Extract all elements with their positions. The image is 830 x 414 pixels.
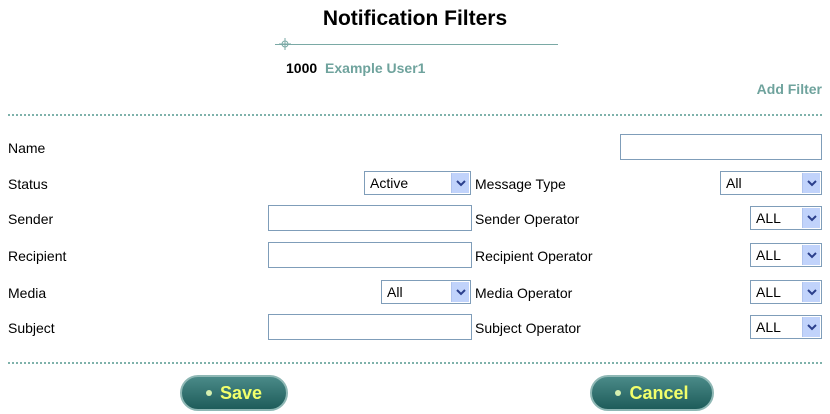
name-input[interactable] [620, 134, 822, 160]
recipient-operator-select[interactable]: ALL [750, 243, 822, 267]
user-id: 1000 [286, 60, 318, 76]
chevron-down-icon[interactable] [451, 282, 469, 302]
subject-label: Subject [8, 320, 55, 336]
subject-input[interactable] [268, 314, 472, 340]
sender-operator-select[interactable]: ALL [750, 206, 822, 230]
add-filter-link[interactable]: Add Filter [757, 81, 822, 97]
message-type-label: Message Type [475, 176, 566, 192]
crosshair-icon [279, 38, 291, 50]
name-label: Name [8, 140, 46, 156]
cancel-button[interactable]: Cancel [590, 375, 714, 411]
subject-operator-select[interactable]: ALL [750, 315, 822, 339]
sender-operator-label: Sender Operator [475, 211, 580, 227]
media-select[interactable]: All [381, 280, 471, 304]
message-type-select[interactable]: All [720, 171, 822, 195]
status-label: Status [8, 176, 48, 192]
cancel-button-label: Cancel [629, 382, 689, 403]
user-line: 1000 Example User1 [286, 60, 425, 76]
recipient-label: Recipient [8, 248, 67, 264]
save-button-label: Save [219, 382, 263, 403]
media-operator-label: Media Operator [475, 285, 573, 301]
page-title: Notification Filters [322, 7, 508, 30]
subject-operator-label: Subject Operator [475, 320, 581, 336]
title-divider [275, 44, 558, 45]
message-type-select-value: All [726, 175, 742, 191]
sender-input[interactable] [268, 205, 472, 231]
media-select-value: All [387, 284, 403, 300]
sender-operator-select-value: ALL [756, 210, 781, 226]
media-operator-select-value: ALL [756, 284, 781, 300]
status-select-value: Active [370, 175, 409, 191]
chevron-down-icon[interactable] [802, 208, 820, 228]
chevron-down-icon[interactable] [802, 282, 820, 302]
recipient-operator-select-value: ALL [756, 247, 781, 263]
media-label: Media [8, 285, 47, 301]
chevron-down-icon[interactable] [802, 245, 820, 265]
bullet-icon [615, 390, 622, 396]
chevron-down-icon[interactable] [451, 173, 469, 193]
bottom-divider [8, 362, 822, 364]
user-name: Example User1 [325, 60, 426, 76]
recipient-operator-label: Recipient Operator [475, 248, 593, 264]
recipient-input[interactable] [268, 242, 472, 268]
subject-operator-select-value: ALL [756, 319, 781, 335]
top-divider [8, 114, 822, 116]
bullet-icon [205, 390, 212, 396]
chevron-down-icon[interactable] [802, 317, 820, 337]
status-select[interactable]: Active [364, 171, 471, 195]
save-button[interactable]: Save [180, 375, 288, 411]
media-operator-select[interactable]: ALL [750, 280, 822, 304]
sender-label: Sender [8, 211, 54, 227]
chevron-down-icon[interactable] [802, 173, 820, 193]
